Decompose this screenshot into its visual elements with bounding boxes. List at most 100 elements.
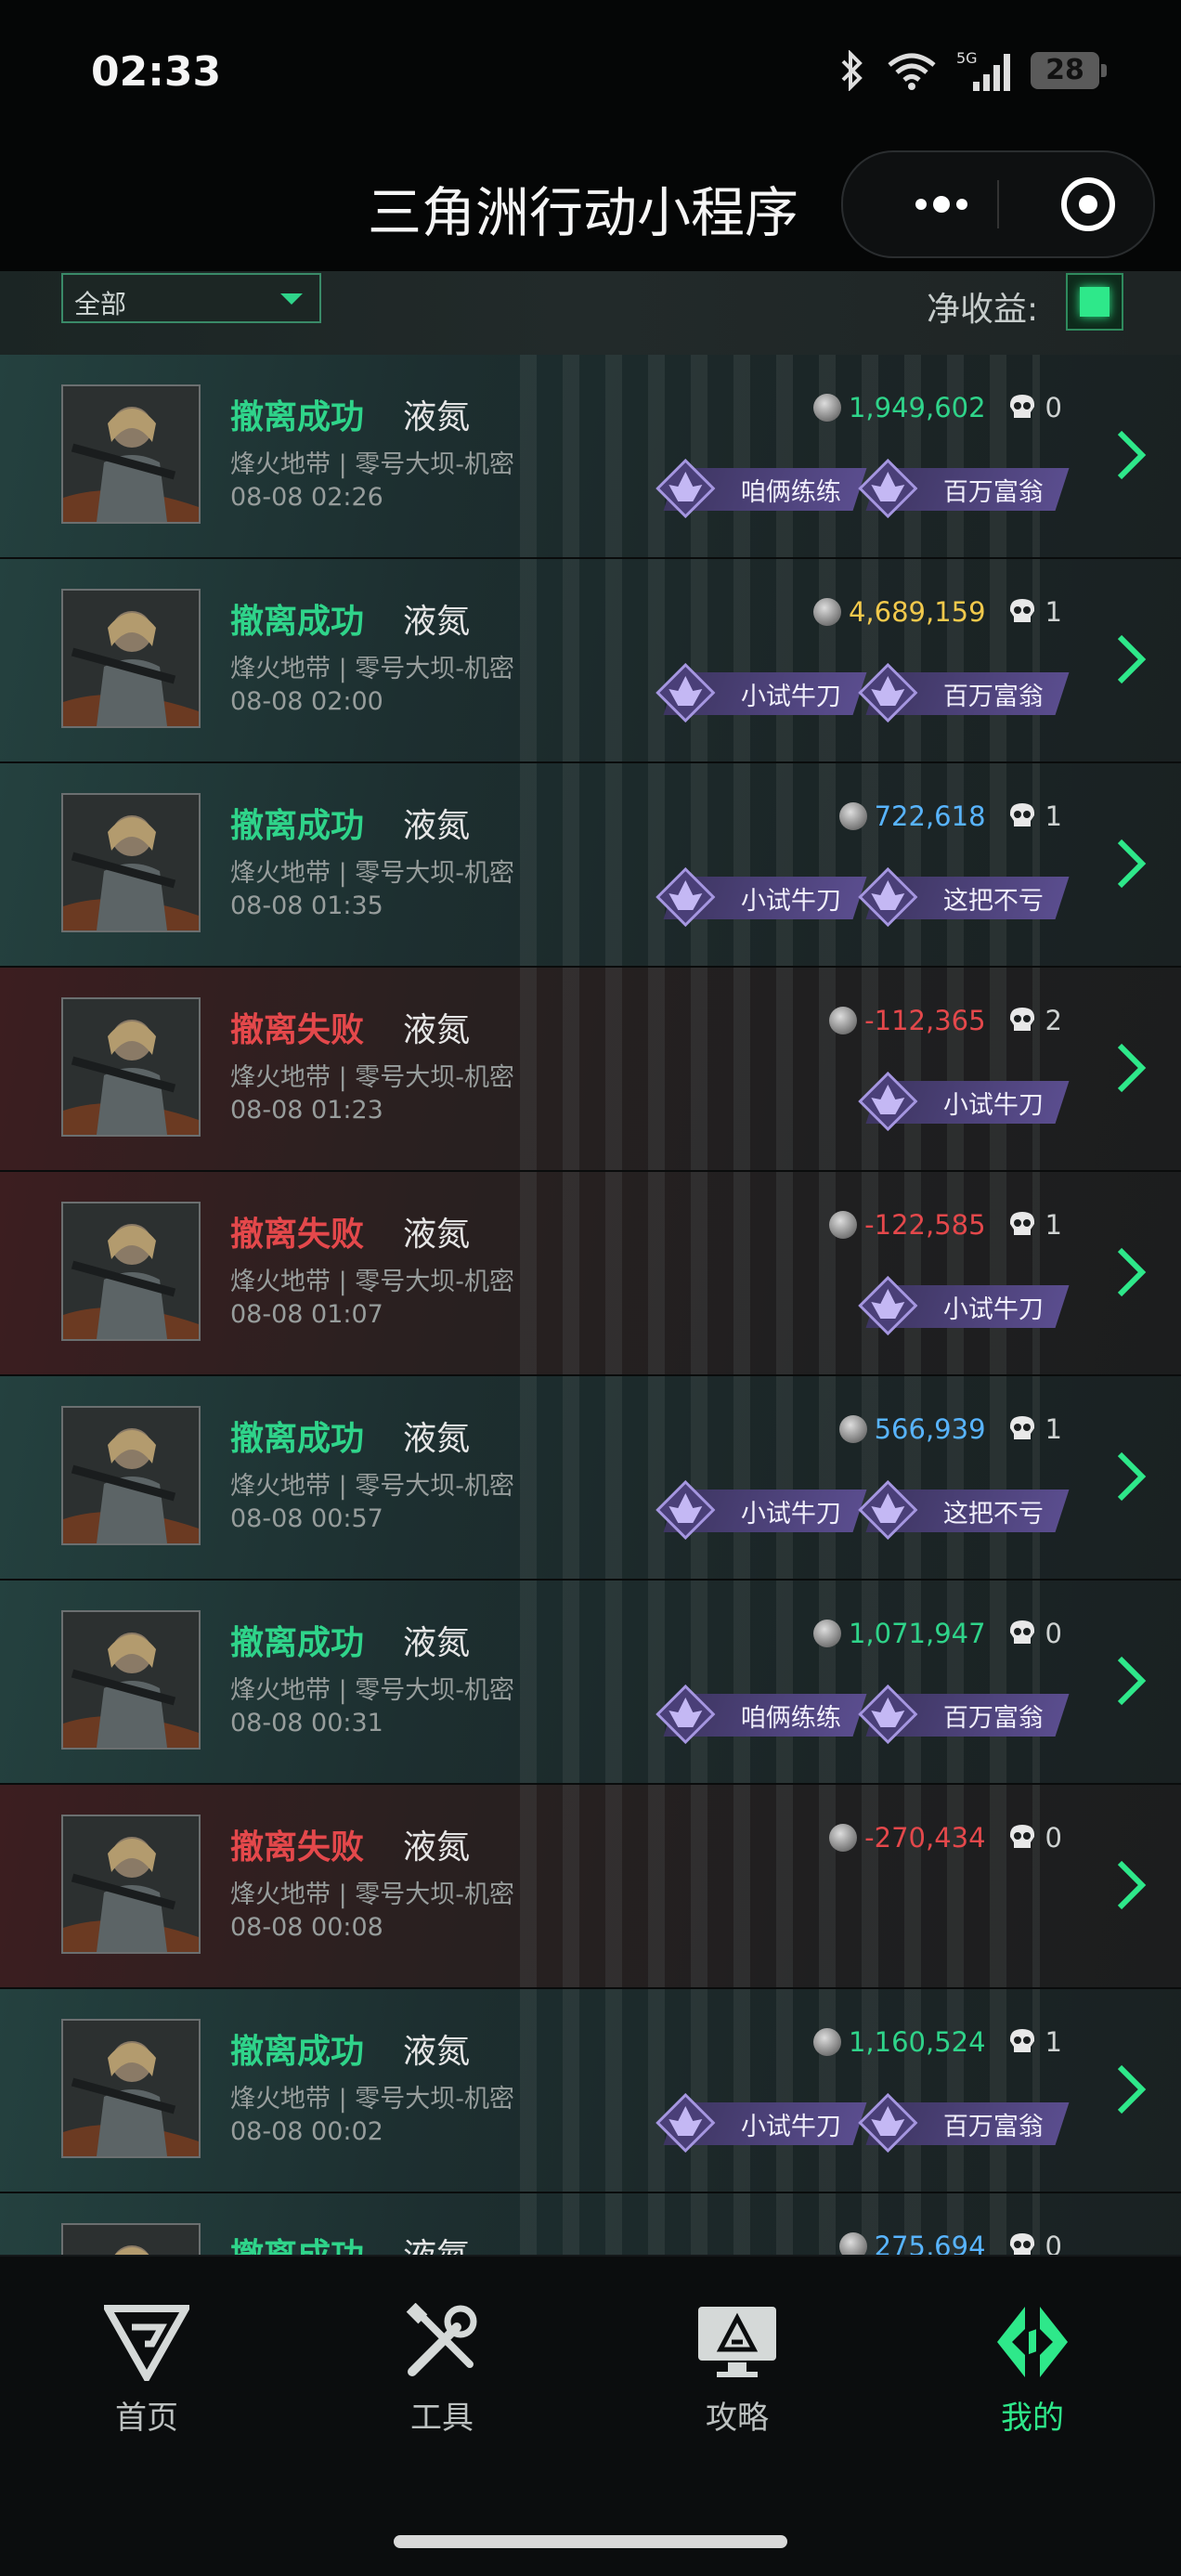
chevron-right-icon[interactable]	[1112, 1449, 1149, 1504]
record-list[interactable]: 撤离成功 液氮 烽火地带 | 零号大坝-机密 08-08 02:26 1,949…	[0, 355, 1181, 2255]
operator-name: 液氮	[403, 1624, 471, 1662]
record-row[interactable]: 撤离成功 液氮 275,694 0	[0, 2193, 1181, 2255]
income-summary: -270,434 0	[829, 1822, 1062, 1854]
filter-bar: 全部 净收益:	[0, 271, 1181, 355]
tools-icon	[406, 2303, 477, 2376]
operator-portrait-icon	[63, 2225, 199, 2255]
tab-home[interactable]: 首页	[54, 2303, 240, 2452]
income-summary: -122,585 1	[829, 1209, 1062, 1241]
badge-label: 小试牛刀	[741, 682, 841, 711]
row-background-art	[520, 1785, 1040, 1987]
income-amount: 4,689,159	[848, 596, 986, 628]
chevron-right-icon[interactable]	[1112, 836, 1149, 891]
income-summary: 566,939 1	[838, 1413, 1062, 1445]
operator-name: 液氮	[403, 1011, 471, 1049]
status-time: 02:33	[91, 48, 222, 96]
game-mode: 烽火地带 | 零号大坝-机密	[230, 1880, 515, 1909]
close-button[interactable]	[1036, 152, 1140, 256]
coin-icon	[812, 394, 841, 422]
badge-list: 小试牛刀 百万富翁	[655, 2093, 1070, 2153]
game-mode: 烽火地带 | 零号大坝-机密	[230, 655, 515, 683]
operator-avatar	[61, 2019, 201, 2158]
chevron-right-icon[interactable]	[1112, 1653, 1149, 1709]
bluetooth-icon	[841, 50, 863, 91]
tab-profile[interactable]: 我的	[940, 2303, 1125, 2452]
skull-kills-icon	[1009, 1620, 1034, 1644]
operator-portrait-icon	[63, 999, 199, 1135]
achievement-badge: 百万富翁	[858, 2093, 1070, 2153]
kill-count: 1	[1045, 596, 1062, 628]
badge-crystal-icon	[858, 1480, 918, 1540]
home-logo-icon	[104, 2305, 189, 2381]
badge-label: 这把不亏	[943, 886, 1044, 916]
chevron-right-icon[interactable]	[1112, 631, 1149, 687]
coin-icon	[838, 2232, 867, 2255]
record-row[interactable]: 撤离失败 液氮 烽火地带 | 零号大坝-机密 08-08 00:08 -270,…	[0, 1785, 1181, 1989]
badge-label: 小试牛刀	[741, 886, 841, 916]
operator-portrait-icon	[63, 1816, 199, 1952]
match-time: 08-08 01:35	[230, 891, 383, 920]
more-dots-icon	[915, 196, 967, 213]
badge-list: 咱俩练练 百万富翁	[655, 459, 1070, 518]
badge-crystal-icon	[858, 663, 918, 722]
match-time: 08-08 00:08	[230, 1913, 383, 1942]
operator-portrait-icon	[63, 591, 199, 726]
badge-list: 咱俩练练 百万富翁	[655, 1685, 1070, 1744]
chevron-right-icon[interactable]	[1112, 1244, 1149, 1300]
badge-list: 小试牛刀 百万富翁	[655, 663, 1070, 722]
income-summary: 275,694 0	[838, 2231, 1062, 2255]
chevron-right-icon[interactable]	[1112, 2062, 1149, 2117]
record-row[interactable]: 撤离成功 液氮 烽火地带 | 零号大坝-机密 08-08 00:57 566,9…	[0, 1376, 1181, 1581]
game-mode: 烽火地带 | 零号大坝-机密	[230, 1063, 515, 1092]
tab-tools[interactable]: 工具	[349, 2303, 535, 2452]
chevron-right-icon[interactable]	[1112, 1040, 1149, 1096]
income-summary: 4,689,159 1	[812, 596, 1062, 628]
skull-kills-icon	[1009, 1212, 1034, 1235]
extraction-result: 撤离成功	[230, 1420, 365, 1458]
record-row[interactable]: 撤离成功 液氮 烽火地带 | 零号大坝-机密 08-08 00:31 1,071…	[0, 1581, 1181, 1785]
page-title: 三角洲行动小程序	[368, 181, 799, 244]
badge-label: 咱俩练练	[741, 1703, 841, 1733]
match-time: 08-08 02:26	[230, 483, 383, 512]
badge-crystal-icon	[858, 2093, 918, 2153]
svg-text:5G: 5G	[956, 49, 978, 67]
kill-count: 1	[1045, 1209, 1062, 1241]
capsule-divider	[997, 180, 999, 228]
achievement-badge: 百万富翁	[858, 1685, 1070, 1744]
chevron-right-icon[interactable]	[1112, 1857, 1149, 1913]
badge-label: 小试牛刀	[943, 1295, 1044, 1324]
income-amount: 566,939	[874, 1413, 986, 1445]
badge-label: 百万富翁	[943, 682, 1044, 711]
skull-kills-icon	[1009, 599, 1034, 622]
extraction-result: 撤离成功	[230, 2229, 364, 2255]
operator-avatar	[61, 2223, 201, 2255]
net-income-checkbox[interactable]	[1066, 273, 1123, 331]
badge-label: 百万富翁	[943, 477, 1044, 507]
extraction-result: 撤离失败	[230, 1828, 365, 1867]
battery-icon: 28	[1031, 52, 1107, 89]
row-background-art	[520, 1581, 1040, 1783]
game-mode: 烽火地带 | 零号大坝-机密	[230, 1268, 515, 1296]
extraction-result: 撤离成功	[230, 603, 365, 641]
more-button[interactable]	[880, 152, 1003, 256]
record-row[interactable]: 撤离成功 液氮 烽火地带 | 零号大坝-机密 08-08 02:26 1,949…	[0, 355, 1181, 559]
tab-guide[interactable]: 攻略	[644, 2303, 830, 2452]
coin-icon	[838, 802, 867, 830]
achievement-badge: 这把不亏	[858, 867, 1070, 927]
badge-crystal-icon	[655, 867, 716, 927]
record-row[interactable]: 撤离失败 液氮 烽火地带 | 零号大坝-机密 08-08 01:23 -112,…	[0, 968, 1181, 1172]
badge-label: 百万富翁	[943, 2112, 1044, 2141]
match-time: 08-08 01:23	[230, 1096, 383, 1125]
income-summary: 1,949,602 0	[812, 392, 1062, 423]
operator-portrait-icon	[63, 386, 199, 522]
record-row[interactable]: 撤离失败 液氮 烽火地带 | 零号大坝-机密 08-08 01:07 -122,…	[0, 1172, 1181, 1376]
record-row[interactable]: 撤离成功 液氮 烽火地带 | 零号大坝-机密 08-08 00:02 1,160…	[0, 1989, 1181, 2193]
chevron-right-icon[interactable]	[1112, 427, 1149, 483]
game-mode: 烽火地带 | 零号大坝-机密	[230, 2085, 515, 2114]
record-row[interactable]: 撤离成功 液氮 烽火地带 | 零号大坝-机密 08-08 01:35 722,6…	[0, 763, 1181, 968]
achievement-badge: 咱俩练练	[655, 459, 867, 518]
match-time: 08-08 00:31	[230, 1709, 383, 1737]
record-row[interactable]: 撤离成功 液氮 烽火地带 | 零号大坝-机密 08-08 02:00 4,689…	[0, 559, 1181, 763]
filter-dropdown[interactable]: 全部	[61, 273, 321, 323]
skull-kills-icon	[1009, 395, 1034, 418]
